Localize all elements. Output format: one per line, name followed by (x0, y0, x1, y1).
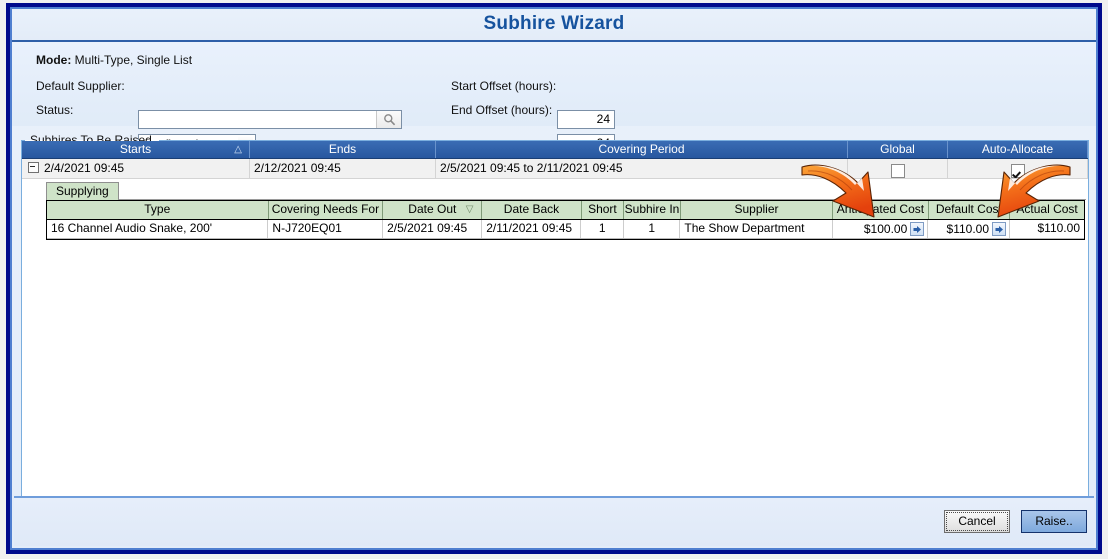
master-grid-body: 2/4/2021 09:45 2/12/2021 09:45 2/5/2021 09… (22, 159, 1088, 179)
supplying-col-header[interactable]: Supplier (680, 201, 834, 219)
mode-label: Mode: (36, 53, 72, 67)
window-inner: Subhire Wizard Mode: Multi-Type, Single … (10, 7, 1098, 550)
default-supplier-field[interactable] (138, 110, 402, 129)
master-col-header-label: Covering Period (598, 142, 685, 156)
supplying-cell-anticipated-cost: $100.00 (833, 220, 929, 238)
mode-value: Multi-Type, Single List (71, 53, 193, 67)
master-col-header[interactable]: Covering Period (436, 141, 848, 158)
arrow-right-icon (995, 225, 1003, 233)
supplying-col-header-label: Type (144, 202, 171, 216)
anticipated-cost-apply-button[interactable] (910, 222, 925, 236)
detail-panel: Supplying Type Covering Needs For Date Out… (22, 179, 1088, 505)
sort-indicator-icon: △ (234, 144, 242, 155)
supplying-col-header-label: Covering Needs For (271, 202, 380, 216)
wizard-options-panel: Mode: Multi-Type, Single List Default Su… (12, 42, 1096, 153)
tab-supplying[interactable]: Supplying (46, 182, 119, 200)
status-label: Status: (36, 103, 74, 117)
dialog-footer: Cancel Raise.. (14, 496, 1094, 546)
mode-line: Mode: Multi-Type, Single List (36, 53, 192, 67)
supplying-cell-short: 1 (581, 220, 625, 238)
supplying-col-header[interactable]: Actual Cost (1010, 201, 1085, 219)
supplying-cell-supplier: The Show Department (680, 220, 833, 238)
supplying-cell-anticipated-cost-value: $100.00 (863, 221, 908, 236)
detail-tabstrip: Supplying (46, 182, 1086, 200)
raise-button-label: Raise.. (1035, 514, 1073, 528)
arrow-right-icon (913, 225, 921, 233)
master-col-header[interactable]: Global (848, 141, 948, 158)
master-cell-ends: 2/12/2021 09:45 (250, 159, 436, 178)
master-col-header[interactable]: Auto-Allocate (948, 141, 1088, 158)
supplying-cell-type: 16 Channel Audio Snake, 200' (47, 220, 269, 238)
master-col-header-label: Ends (328, 142, 357, 156)
master-col-header-label: Global (880, 142, 915, 156)
table-row[interactable]: 2/4/2021 09:45 2/12/2021 09:45 2/5/2021 09… (22, 159, 1088, 179)
supplying-grid: Type Covering Needs For Date Out ▽ Date Back… (46, 200, 1085, 240)
default-supplier-label: Default Supplier: (36, 79, 125, 93)
subhires-groupbox: Subhires To Be Raised.. Starts △ Ends Cover… (21, 134, 1089, 506)
supplying-cell-actual-cost: $110.00 (1037, 221, 1081, 235)
supplying-col-header-label: Subhire In (624, 202, 680, 216)
supplying-col-header-label: Short (588, 202, 617, 216)
raise-button[interactable]: Raise.. (1021, 510, 1087, 533)
table-row[interactable]: 16 Channel Audio Snake, 200' N-J720EQ01 2/… (47, 220, 1084, 239)
supplying-col-header-label: Date Back (503, 202, 560, 216)
supplying-col-header[interactable]: Default Cost (928, 201, 1011, 219)
supplying-col-header[interactable]: Type (47, 201, 269, 219)
collapse-row-icon[interactable] (28, 162, 39, 174)
supplying-cell-default-cost: $110.00 (928, 220, 1011, 238)
global-checkbox[interactable] (890, 163, 905, 178)
magnifier-icon (383, 114, 395, 126)
supplying-cell-default-cost-value: $110.00 (946, 221, 990, 236)
supplying-col-header-label: Default Cost (935, 202, 1002, 216)
supplying-col-header-label: Supplier (734, 202, 779, 216)
supplying-cell-date-out: 2/5/2021 09:45 (383, 220, 483, 238)
master-cell-starts-value: 2/4/2021 09:45 (44, 161, 125, 175)
master-col-header[interactable]: Starts △ (22, 141, 250, 158)
window-titlebar: Subhire Wizard (12, 9, 1096, 42)
master-col-header-label: Auto-Allocate (981, 142, 1054, 156)
end-offset-label: End Offset (hours): (451, 103, 553, 117)
page-title: Subhire Wizard (483, 13, 625, 34)
sort-indicator-icon: ▽ (465, 204, 474, 215)
subhire-wizard-window: Subhire Wizard Mode: Multi-Type, Single … (6, 3, 1102, 554)
master-cell-starts: 2/4/2021 09:45 (22, 159, 250, 178)
master-grid-header: Starts △ Ends Covering Period Global Auto-All… (22, 141, 1088, 159)
supplying-col-header[interactable]: Date Out ▽ (383, 201, 483, 219)
start-offset-input[interactable]: 24 (557, 110, 615, 129)
supplying-col-header-label: Actual Cost (1016, 202, 1078, 216)
supplying-col-header[interactable]: Subhire In (624, 201, 681, 219)
supplying-cell-covering-needs-for: N-J720EQ01 (268, 220, 384, 238)
supplying-cell-subhire-in: 1 (624, 220, 681, 238)
master-col-header-label: Starts (119, 142, 152, 156)
master-col-header[interactable]: Ends (250, 141, 436, 158)
start-offset-label: Start Offset (hours): (451, 79, 557, 93)
master-cell-auto-allocate (948, 159, 1088, 178)
supplying-grid-body: 16 Channel Audio Snake, 200' N-J720EQ01 2/… (47, 220, 1084, 239)
auto-allocate-checkbox[interactable] (1010, 163, 1025, 178)
supplying-col-header[interactable]: Covering Needs For (268, 201, 384, 219)
cancel-button[interactable]: Cancel (944, 510, 1010, 533)
supplier-search-button[interactable] (376, 111, 401, 128)
supplying-grid-header: Type Covering Needs For Date Out ▽ Date Back… (47, 201, 1085, 220)
supplying-col-header[interactable]: Short (581, 201, 625, 219)
master-cell-global (848, 159, 948, 178)
subhires-grid: Starts △ Ends Covering Period Global Auto-All… (22, 141, 1088, 505)
supplying-col-header-label: Anticipated Cost (836, 202, 925, 216)
supplying-col-header[interactable]: Anticipated Cost (833, 201, 929, 219)
master-cell-covering-period: 2/5/2021 09:45 to 2/11/2021 09:45 (436, 159, 848, 178)
supplying-col-header-label: Date Out (408, 202, 457, 216)
supplying-cell-date-back: 2/11/2021 09:45 (482, 220, 582, 238)
default-supplier-input[interactable] (139, 111, 377, 128)
supplying-col-header[interactable]: Date Back (482, 201, 582, 219)
default-cost-apply-button[interactable] (992, 222, 1007, 236)
